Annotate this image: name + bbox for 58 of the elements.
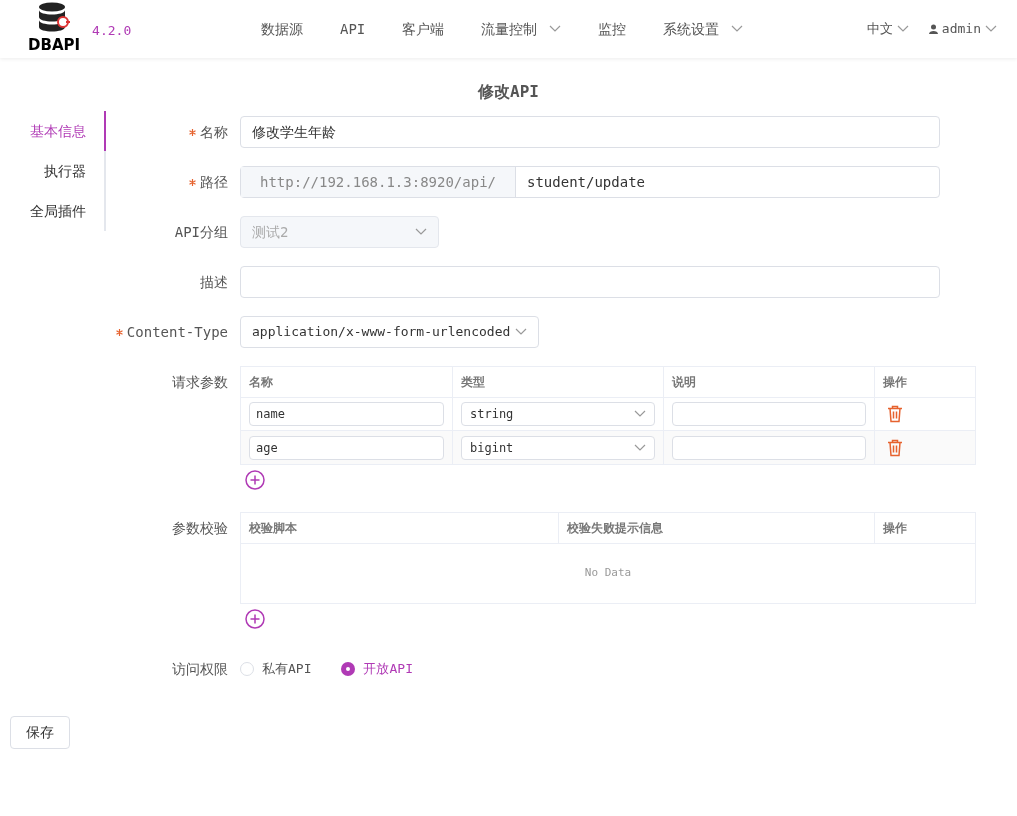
field-label: 参数校验: [172, 519, 228, 538]
description-input[interactable]: [240, 266, 940, 298]
path-prefix: http://192.168.1.3:8920/api/: [241, 167, 516, 197]
chevron-down-icon: [985, 25, 997, 33]
nav-item[interactable]: 系统设置: [663, 18, 744, 40]
column-header: 校验失败提示信息: [559, 513, 875, 543]
radio-option[interactable]: 私有API: [240, 659, 312, 679]
page-title: 修改API: [476, 81, 540, 103]
add-icon[interactable]: [245, 470, 265, 490]
field-label: API分组: [174, 222, 228, 242]
param-type-select[interactable]: string: [461, 402, 655, 426]
empty-text: No Data: [584, 565, 632, 582]
chevron-down-icon: [634, 443, 646, 452]
user-menu[interactable]: admin: [928, 19, 997, 39]
column-header: 类型: [453, 367, 664, 397]
field-label: Content-Type: [126, 322, 228, 342]
field-label: 访问权限: [172, 659, 228, 679]
column-header: 校验脚本: [241, 513, 559, 543]
field-label: 请求参数: [172, 373, 228, 392]
trash-icon[interactable]: [887, 438, 903, 457]
chevron-down-icon: [731, 25, 744, 33]
language-menu[interactable]: 中文: [866, 19, 909, 39]
column-header: 说明: [664, 367, 875, 397]
param-name-input[interactable]: age: [249, 435, 444, 460]
field-label: 名称: [200, 122, 228, 142]
trash-icon[interactable]: [887, 405, 903, 423]
side-tab[interactable]: 执行器: [10, 151, 106, 191]
nav-item[interactable]: 数据源: [261, 18, 303, 40]
radio-option[interactable]: 开放API: [341, 659, 413, 679]
add-icon[interactable]: [245, 609, 265, 629]
nav-item[interactable]: 流量控制: [481, 18, 562, 40]
chevron-down-icon: [549, 25, 562, 33]
logo-text: DBAPI: [28, 37, 81, 53]
content-type-select[interactable]: application/x-www-form-urlencoded: [240, 316, 539, 348]
nav-item[interactable]: 客户端: [402, 18, 445, 40]
chevron-down-icon: [415, 228, 427, 236]
path-input[interactable]: http://192.168.1.3:8920/api/ student/update: [240, 166, 940, 198]
chevron-down-icon: [896, 25, 909, 33]
version-label: 4.2.0: [92, 22, 132, 40]
save-button[interactable]: 保存: [10, 716, 70, 749]
nav-item[interactable]: 监控: [598, 18, 627, 40]
side-tab[interactable]: 全局插件: [10, 191, 106, 231]
column-header: 操作: [882, 520, 908, 537]
param-description-input[interactable]: [672, 402, 866, 426]
field-label: 路径: [200, 172, 228, 192]
param-type-select[interactable]: bigint: [461, 435, 655, 460]
column-header: 名称: [241, 367, 453, 397]
name-input[interactable]: 修改学生年龄: [240, 116, 940, 148]
field-label: 描述: [200, 272, 228, 292]
param-description-input[interactable]: [672, 435, 866, 460]
radio-button[interactable]: [341, 662, 356, 676]
column-header: 操作: [882, 374, 908, 391]
side-tab[interactable]: 基本信息: [10, 111, 106, 151]
param-name-input[interactable]: name: [249, 402, 444, 426]
user-icon: [928, 24, 938, 34]
chevron-down-icon: [634, 410, 646, 418]
chevron-down-icon: [515, 328, 527, 336]
nav-item[interactable]: API: [340, 18, 366, 40]
